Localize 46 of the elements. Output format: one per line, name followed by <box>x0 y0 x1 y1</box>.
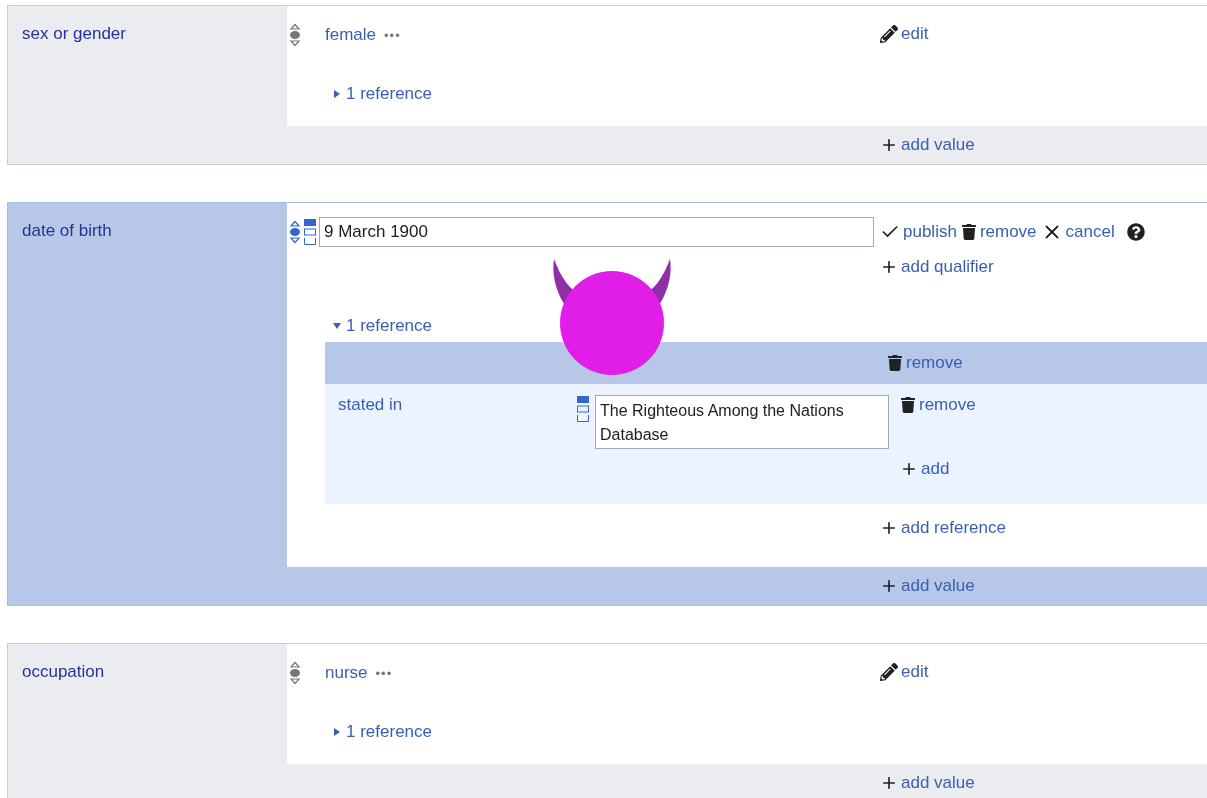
publish-button[interactable]: publish <box>880 222 957 242</box>
rank-selector-icon[interactable] <box>289 23 301 47</box>
references-toggle[interactable]: 1 reference <box>333 316 432 336</box>
plus-icon <box>880 577 898 595</box>
remove-snak-button[interactable]: remove <box>900 395 1207 415</box>
remove-button[interactable]: remove <box>960 222 1037 242</box>
pencil-icon <box>880 663 898 681</box>
remove-reference-button[interactable]: remove <box>887 353 1207 373</box>
property-label[interactable]: sex or gender <box>8 6 287 62</box>
expand-triangle-icon <box>333 728 341 736</box>
add-reference-button[interactable]: add reference <box>880 518 1207 538</box>
plus-icon <box>900 460 918 478</box>
property-link[interactable]: stated in <box>338 395 576 415</box>
plus-icon <box>880 519 898 537</box>
edit-button[interactable]: edit <box>880 24 929 44</box>
value-link[interactable]: nurse <box>325 663 368 683</box>
add-value-button[interactable]: add value <box>880 576 1207 596</box>
snak-type-icon[interactable] <box>303 218 317 246</box>
more-menu[interactable]: ••• <box>384 27 401 43</box>
property-label[interactable]: occupation <box>8 644 287 700</box>
snak-type-icon[interactable] <box>576 395 590 423</box>
plus-icon <box>880 774 898 792</box>
trash-icon <box>887 355 903 371</box>
plus-icon <box>880 258 898 276</box>
source-input-field[interactable]: The Righteous Among the Nations Database <box>595 395 889 449</box>
references-toggle[interactable]: 1 reference <box>333 84 432 104</box>
date-input-field[interactable]: 9 March 1900 <box>319 217 874 247</box>
value-link[interactable]: female <box>325 25 377 45</box>
help-icon[interactable] <box>1126 223 1145 241</box>
add-qualifier-button[interactable]: add qualifier <box>880 257 994 277</box>
expand-triangle-icon <box>333 90 341 98</box>
rank-selector-icon[interactable] <box>289 220 301 244</box>
cancel-button[interactable]: cancel <box>1040 221 1115 243</box>
pencil-icon <box>880 25 898 43</box>
more-menu[interactable]: ••• <box>375 665 393 681</box>
add-value-button[interactable]: add value <box>880 135 1207 155</box>
references-toggle[interactable]: 1 reference <box>333 722 432 742</box>
plus-icon <box>880 136 898 154</box>
rank-selector-icon[interactable] <box>289 661 301 685</box>
trash-icon <box>900 397 916 413</box>
property-label[interactable]: date of birth <box>8 203 287 259</box>
add-snak-button[interactable]: add <box>900 459 1207 479</box>
add-value-button[interactable]: add value <box>880 773 1207 793</box>
trash-icon <box>960 224 977 240</box>
collapse-triangle-icon <box>333 322 341 330</box>
edit-button[interactable]: edit <box>880 662 929 682</box>
